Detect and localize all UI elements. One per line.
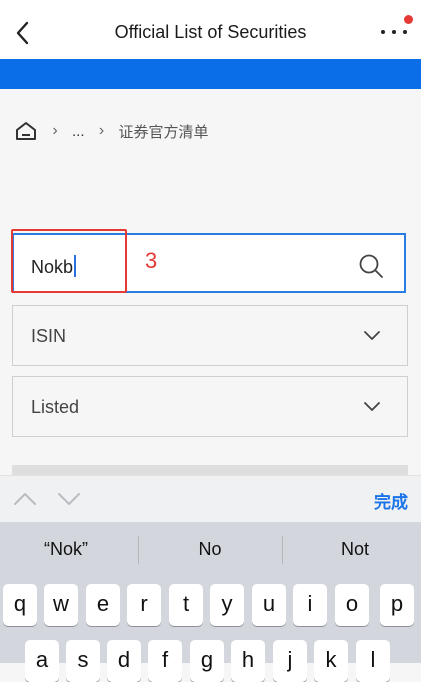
suggestion-item[interactable]: “Nok” [0,539,136,560]
keyboard-accessory-bar: 完成 [0,475,421,523]
top-nav-bar: Official List of Securities [0,0,421,59]
more-dot-icon [403,30,407,34]
suggestion-item[interactable]: No [140,539,280,560]
more-dot-icon [381,30,385,34]
listing-status-select[interactable]: Listed [12,376,408,437]
home-icon[interactable] [14,119,38,143]
key[interactable]: w [44,584,78,626]
key[interactable]: i [293,584,327,626]
key[interactable]: h [231,640,265,682]
key[interactable]: y [210,584,244,626]
key[interactable]: r [127,584,161,626]
id-type-select[interactable]: ISIN [12,305,408,366]
more-dot-icon [392,30,396,34]
key[interactable]: k [314,640,348,682]
chevron-right-icon: › [98,122,105,139]
id-type-select-value: ISIN [31,326,67,346]
notification-badge [404,15,413,24]
breadcrumb-current: 证券官方清单 [118,123,209,141]
on-screen-keyboard: “Nok” No Not q w e r t y u i o p a s d f… [0,522,421,682]
chevron-right-icon: › [52,122,58,139]
obscured-element [12,465,408,475]
key[interactable]: e [86,584,120,626]
key[interactable]: t [169,584,203,626]
annotation-highlight-box [11,229,127,293]
suggestion-bar: “Nok” No Not [0,522,421,577]
key[interactable]: j [273,640,307,682]
key[interactable]: u [252,584,286,626]
page-title: Official List of Securities [114,22,307,42]
brand-band [0,59,421,89]
key[interactable]: d [107,640,141,682]
chevron-down-icon [364,402,380,411]
done-button[interactable]: 完成 [374,488,408,513]
key[interactable]: p [380,584,414,626]
listing-status-select-value: Listed [31,397,80,417]
key[interactable]: s [66,640,100,682]
key[interactable]: g [190,640,224,682]
chevron-down-icon [364,331,380,340]
annotation-number: 3 [145,248,158,273]
breadcrumb: › ... › 证券官方清单 [14,118,209,144]
breadcrumb-ellipsis[interactable]: ... [72,123,85,140]
chevron-up-icon[interactable] [12,490,38,508]
key[interactable]: l [356,640,390,682]
search-icon[interactable] [358,253,384,279]
suggestion-divider [138,536,139,564]
suggestion-item[interactable]: Not [285,539,421,560]
suggestion-divider [282,536,283,564]
key[interactable]: o [335,584,369,626]
keyboard-row-2: a s d f g h j k l [3,640,418,682]
chevron-down-icon[interactable] [56,490,82,508]
key[interactable]: a [25,640,59,682]
key[interactable]: f [148,640,182,682]
key[interactable]: q [3,584,37,626]
keyboard-row-1: q w e r t y u i o p [3,584,418,626]
